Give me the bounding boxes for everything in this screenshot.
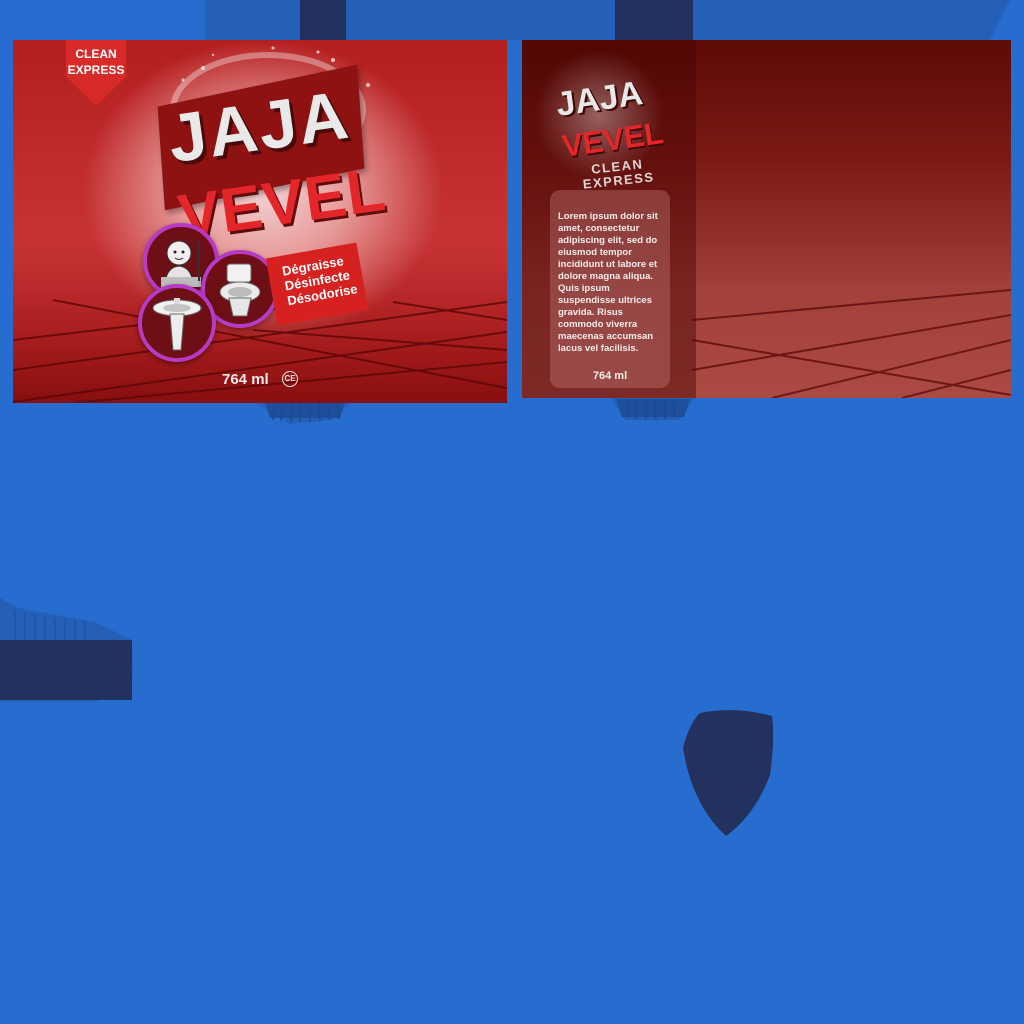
- back-info-panel: JAJA VEVEL CLEAN EXPRESS Lorem ipsum dol…: [522, 40, 696, 398]
- back-label: JAJA VEVEL CLEAN EXPRESS Lorem ipsum dol…: [522, 40, 1011, 398]
- badge-line-2: EXPRESS: [67, 63, 125, 77]
- badge-line-1: CLEAN: [75, 47, 117, 61]
- sink-icon: [138, 284, 216, 362]
- back-volume: 764 ml: [592, 370, 628, 382]
- front-label: CLEAN EXPRESS JAJA VEVEL Dégraisse Désin…: [13, 40, 507, 403]
- front-volume: 764 ml: [222, 371, 269, 388]
- ce-mark-icon: CE: [282, 371, 298, 387]
- product-description: Lorem ipsum dolor sit amet, consectetur …: [558, 211, 658, 354]
- description-card: Lorem ipsum dolor sit amet, consectetur …: [550, 190, 670, 388]
